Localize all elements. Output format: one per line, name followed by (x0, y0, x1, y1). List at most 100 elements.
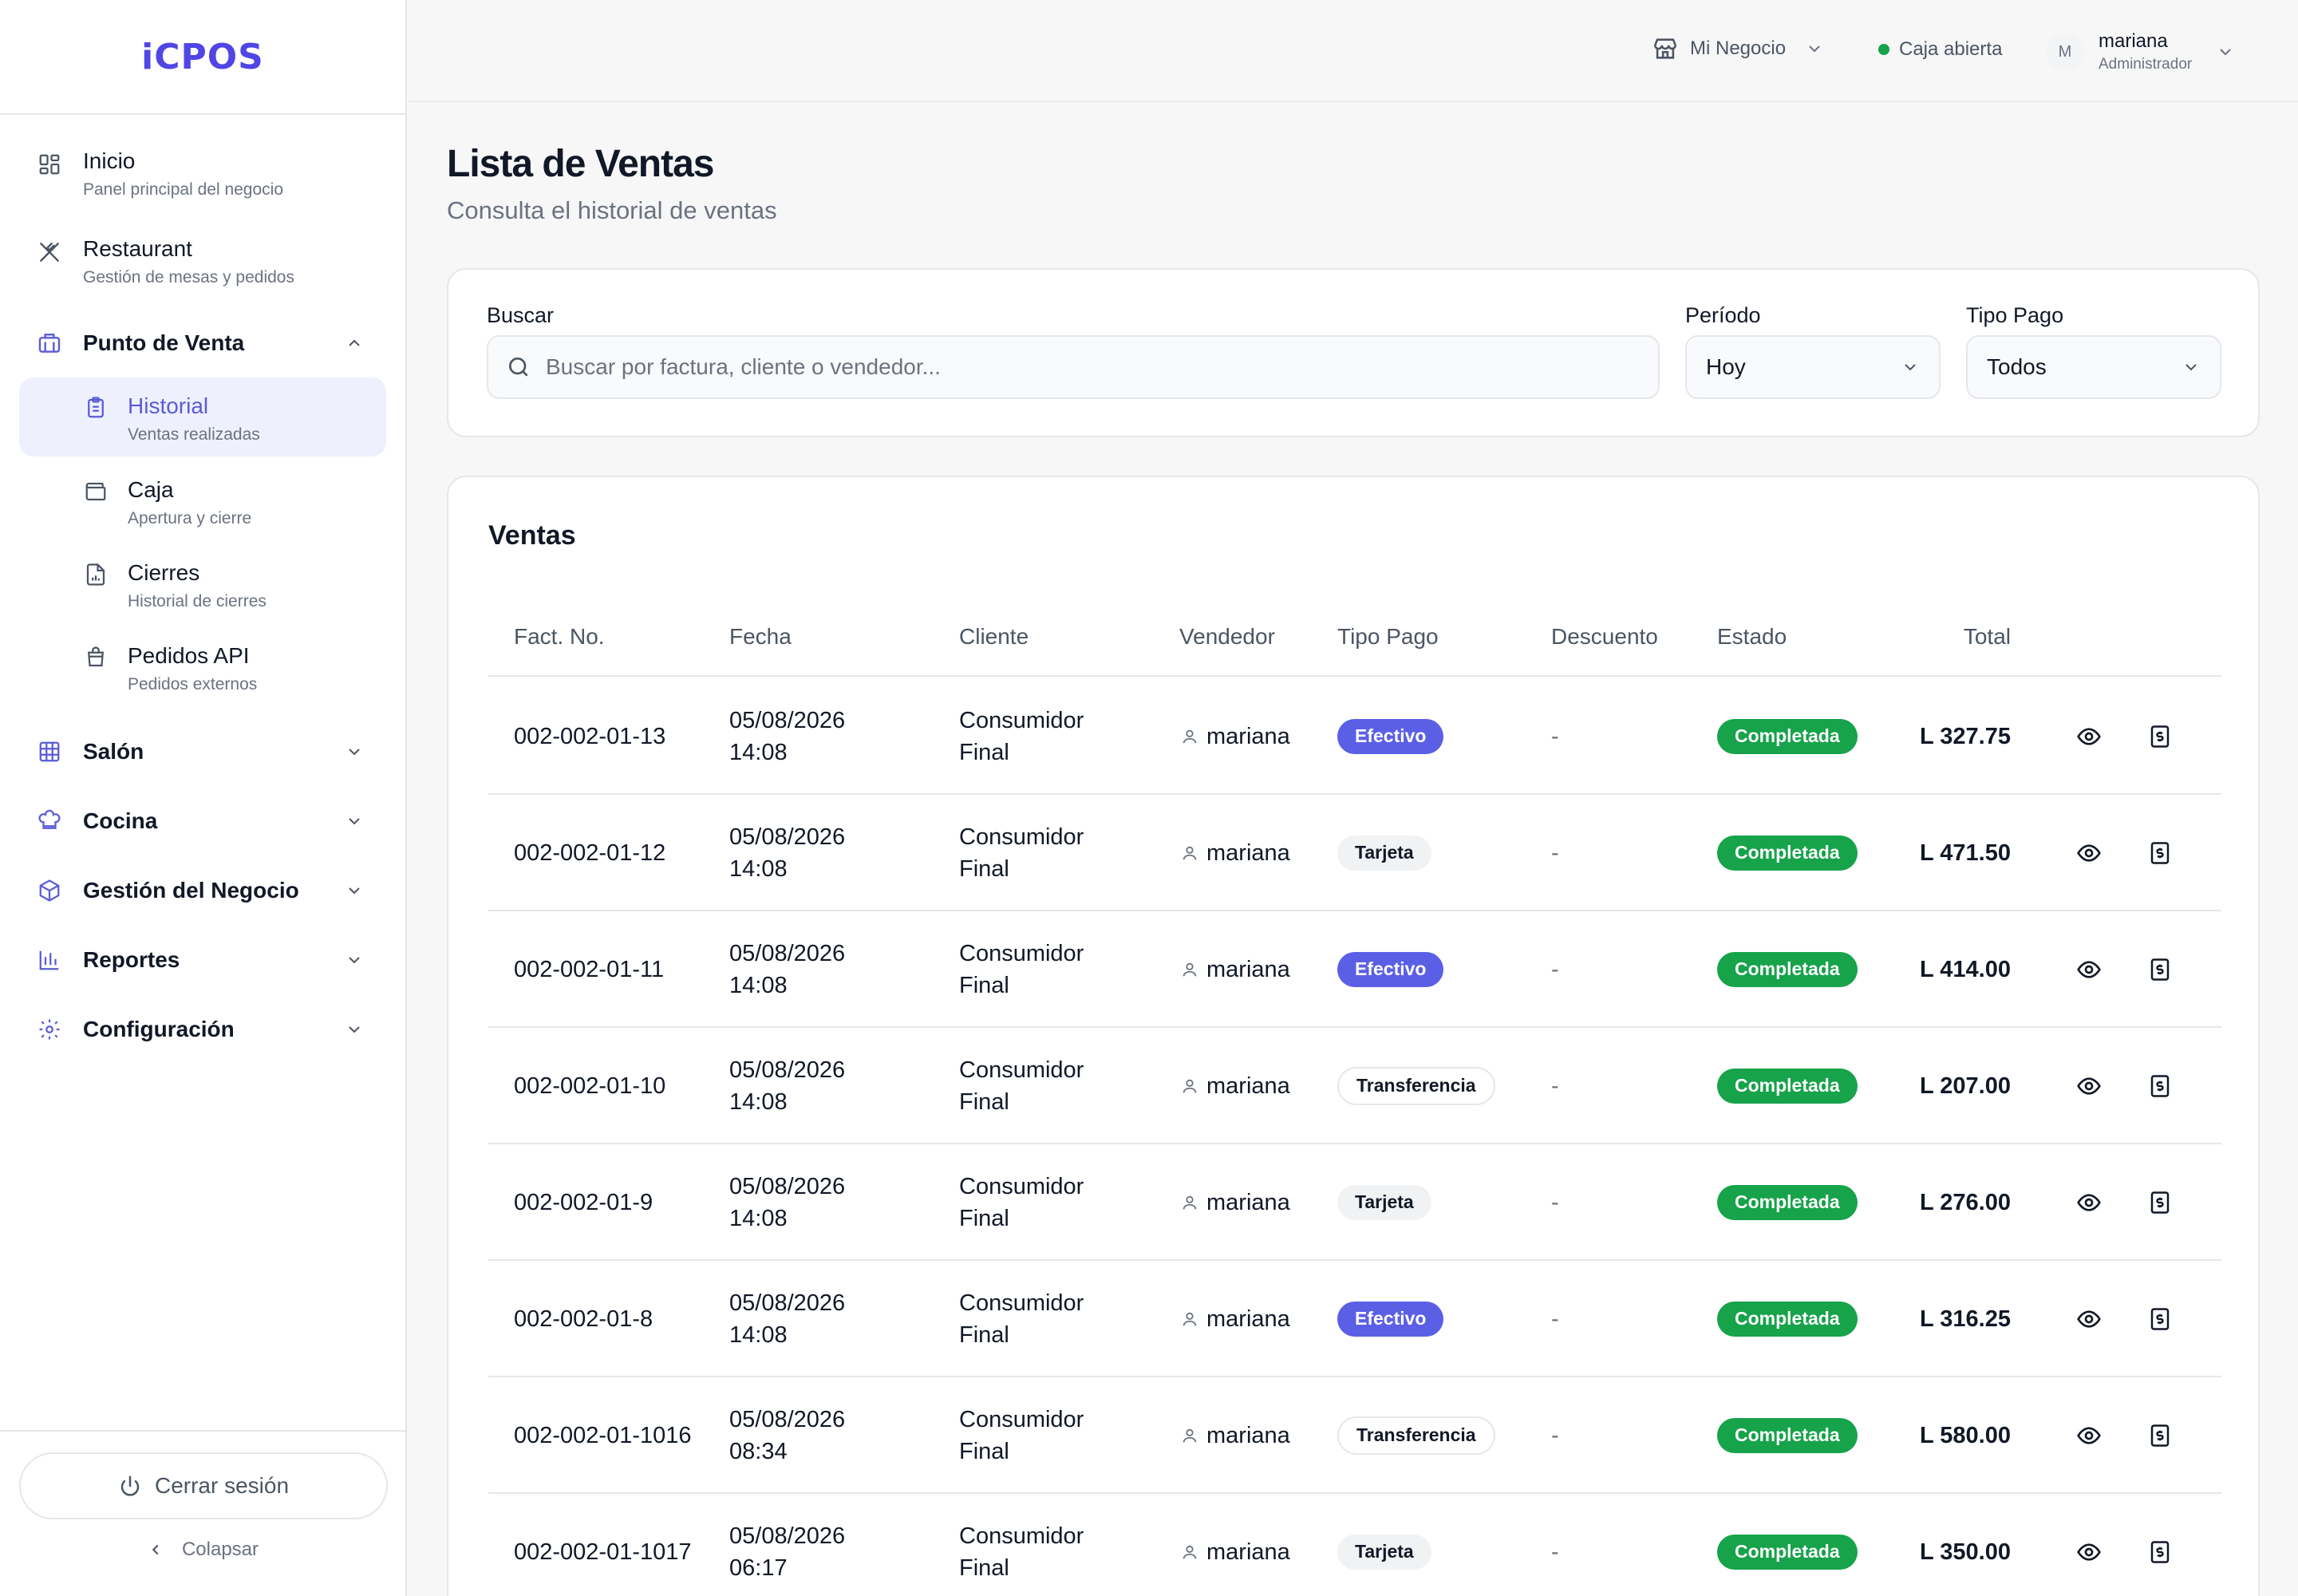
table-row[interactable]: 002-002-01-1016 05/08/2026 08:34 Consumido… (488, 1377, 2221, 1494)
chevron-down-icon[interactable] (345, 742, 364, 761)
view-sale-button[interactable] (2076, 1261, 2102, 1377)
chevron-up-icon[interactable] (345, 334, 364, 353)
sidebar-group-cocina[interactable]: Cocina (0, 807, 405, 835)
sidebar-group-gestion[interactable]: Gestión del Negocio (0, 876, 405, 904)
invoice-button[interactable] (2148, 1144, 2172, 1261)
invoice-button[interactable] (2148, 1377, 2172, 1494)
cell-fecha: 05/08/2026 08:34 (729, 1406, 846, 1464)
cell-vendedor: mariana (1181, 1144, 1290, 1261)
logout-button[interactable]: Cerrar sesión (19, 1452, 388, 1519)
eye-icon (2077, 1194, 2101, 1211)
chevron-left-icon (152, 1544, 159, 1555)
period-label: Período (1685, 303, 1761, 327)
payment-type-select[interactable]: Todos (1966, 335, 2221, 399)
cell-vendedor: mariana (1181, 1261, 1290, 1377)
cell-total: L 580.00 (1920, 1422, 2011, 1448)
chevron-down-icon[interactable] (345, 881, 364, 900)
sidebar-item-label: Restaurant (83, 236, 192, 262)
sidebar-item-restaurant[interactable]: Restaurant Gestión de mesas y pedidos (0, 235, 405, 287)
cell-descuento: - (1551, 956, 1559, 982)
chevron-down-icon[interactable] (345, 812, 364, 831)
status-dot-icon (1878, 44, 1889, 55)
view-sale-button[interactable] (2076, 1144, 2102, 1261)
chevron-down-icon (2220, 49, 2231, 56)
user-icon (1183, 1195, 1197, 1210)
view-sale-button[interactable] (2076, 678, 2102, 795)
receipt-icon (2150, 1541, 2170, 1563)
payment-badge: Tarjeta (1337, 1185, 1431, 1220)
cell-vendedor: mariana (1181, 1377, 1290, 1494)
search-icon (509, 358, 528, 377)
table-row[interactable]: 002-002-01-13 05/08/2026 14:08 Consumidor … (488, 678, 2221, 795)
sidebar-item-caja[interactable]: Caja Apertura y cierre (19, 461, 386, 539)
invoice-button[interactable] (2148, 1494, 2172, 1596)
col-total: Total (1963, 624, 2011, 649)
sidebar-item-sub: Gestión de mesas y pedidos (83, 268, 294, 287)
cell-cliente: Consumidor Final (959, 824, 1084, 882)
sidebar-group-punto-venta[interactable]: Punto de Venta (0, 329, 405, 357)
vendedor-name: mariana (1206, 956, 1290, 982)
user-name: mariana (2099, 30, 2168, 52)
sidebar-item-historial[interactable]: Historial Ventas realizadas (19, 377, 386, 456)
table-row[interactable]: 002-002-01-10 05/08/2026 14:08 Consumidor … (488, 1028, 2221, 1144)
sidebar-item-inicio[interactable]: Inicio Panel principal del negocio (0, 147, 405, 200)
cell-vendedor: mariana (1181, 795, 1290, 911)
sidebar-group-reportes[interactable]: Reportes (0, 946, 405, 974)
period-value: Hoy (1706, 354, 1746, 379)
cell-tipo-pago: Tarjeta (1337, 795, 1431, 911)
sidebar: iCPOS Inicio Panel principal del negocio… (0, 0, 407, 1596)
business-selector[interactable]: Mi Negocio (1652, 35, 1824, 62)
chef-hat-icon (35, 807, 64, 836)
invoice-button[interactable] (2148, 1261, 2172, 1377)
vendedor-name: mariana (1206, 723, 1290, 749)
search-input[interactable] (546, 354, 1658, 380)
table-row[interactable]: 002-002-01-1017 05/08/2026 06:17 Consumido… (488, 1494, 2221, 1596)
cell-descuento: - (1551, 1306, 1559, 1332)
table-row[interactable]: 002-002-01-11 05/08/2026 14:08 Consumidor … (488, 911, 2221, 1028)
cell-total: L 471.50 (1920, 839, 2011, 866)
package-icon (35, 876, 64, 905)
receipt-icon (2150, 958, 2170, 981)
invoice-button[interactable] (2148, 678, 2172, 795)
collapse-sidebar-button[interactable]: Colapsar (0, 1539, 405, 1561)
view-sale-button[interactable] (2076, 1494, 2102, 1596)
cell-fecha: 05/08/2026 14:08 (729, 824, 846, 882)
sidebar-item-cierres[interactable]: Cierres Historial de cierres (19, 544, 386, 622)
user-icon (1183, 962, 1197, 977)
cell-cliente: Consumidor Final (959, 1290, 1084, 1348)
sidebar-item-pedidos-api[interactable]: Pedidos API Pedidos externos (19, 627, 386, 705)
payment-badge: Tarjeta (1337, 836, 1431, 871)
col-cliente: Cliente (959, 624, 1029, 649)
invoice-button[interactable] (2148, 911, 2172, 1028)
view-sale-button[interactable] (2076, 1028, 2102, 1144)
table-row[interactable]: 002-002-01-12 05/08/2026 14:08 Consumidor … (488, 795, 2221, 911)
sidebar-group-salon[interactable]: Salón (0, 737, 405, 765)
cell-tipo-pago: Transferencia (1337, 1377, 1495, 1494)
caja-status: Caja abierta (1878, 38, 2002, 61)
receipt-icon (2150, 1191, 2170, 1214)
invoice-button[interactable] (2148, 1028, 2172, 1144)
chevron-down-icon[interactable] (345, 950, 364, 970)
view-sale-button[interactable] (2076, 911, 2102, 1028)
table-row[interactable]: 002-002-01-9 05/08/2026 14:08 Consumidor F… (488, 1144, 2221, 1261)
avatar: M (2046, 33, 2084, 71)
sidebar-footer: Cerrar sesión Colapsar (0, 1430, 405, 1596)
invoice-button[interactable] (2148, 795, 2172, 911)
user-icon (1183, 1312, 1197, 1326)
clipboard-icon (81, 393, 110, 422)
user-role: Administrador (2099, 56, 2193, 73)
view-sale-button[interactable] (2076, 795, 2102, 911)
table-row[interactable]: 002-002-01-8 05/08/2026 14:08 Consumidor F… (488, 1261, 2221, 1377)
sidebar-group-label: Punto de Venta (83, 330, 245, 356)
cell-total: L 327.75 (1920, 723, 2011, 749)
eye-icon (2077, 961, 2101, 978)
receipt-icon (2150, 842, 2170, 864)
view-sale-button[interactable] (2076, 1377, 2102, 1494)
chevron-down-icon[interactable] (345, 1020, 364, 1039)
cell-vendedor: mariana (1181, 678, 1290, 795)
cell-fecha: 05/08/2026 14:08 (729, 940, 846, 998)
sidebar-group-configuracion[interactable]: Configuración (0, 1015, 405, 1043)
period-select[interactable]: Hoy (1685, 335, 1941, 399)
app-logo[interactable]: iCPOS (141, 37, 264, 77)
user-menu[interactable]: M mariana Administrador (2046, 30, 2235, 73)
